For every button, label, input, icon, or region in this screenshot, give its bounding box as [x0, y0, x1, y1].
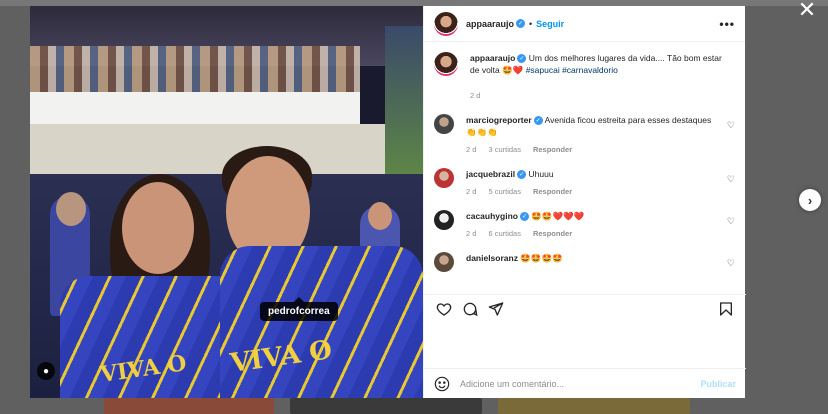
post-header: appaaraujo ✓ • Seguir •••	[424, 6, 745, 42]
verified-icon: ✓	[517, 170, 527, 180]
heart-icon[interactable]: ♡	[727, 258, 735, 269]
reply-button[interactable]: Responder	[533, 187, 572, 196]
caption-hashtags[interactable]: #sapucai #carnavaldorio	[526, 65, 618, 75]
verified-icon: ✓	[516, 19, 526, 28]
comments-list[interactable]: appaaraujo ✓ Um dos melhores lugares da v…	[424, 42, 745, 294]
header-username[interactable]: appaaraujo	[466, 19, 514, 29]
verified-icon: ✓	[517, 54, 527, 64]
reply-button[interactable]: Responder	[533, 145, 572, 154]
post-comment-button[interactable]: Publicar	[700, 379, 736, 389]
comment-item: cacauhygino ✓ 🤩🤩❤️❤️❤️ 2 d 6 curtidas Respo…	[434, 210, 735, 240]
follow-button[interactable]: Seguir	[536, 19, 564, 29]
comment-item: jacquebrazil ✓ Uhuuu 2 d 5 curtidas Respond…	[434, 168, 735, 198]
caption: appaaraujo ✓ Um dos melhores lugares da v…	[434, 52, 735, 102]
photo-woman-face	[122, 182, 194, 274]
share-icon[interactable]	[486, 299, 506, 319]
close-icon[interactable]: ✕	[796, 0, 818, 22]
comment-username[interactable]: marciogreporter	[466, 115, 532, 125]
add-comment-bar: Publicar	[424, 368, 746, 398]
verified-icon: ✓	[519, 212, 529, 222]
comment-text: Uhuuu	[528, 169, 554, 179]
user-tag[interactable]: pedrofcorrea	[260, 297, 338, 321]
comment-time: 2 d	[466, 229, 477, 238]
chevron-right-icon[interactable]: ›	[799, 189, 821, 211]
comment-text: 🤩🤩❤️❤️❤️	[531, 211, 585, 221]
photo-balcony	[30, 92, 360, 124]
comment-item: marciogreporter ✓ Avenida ficou estreita …	[434, 114, 735, 156]
photo-person-head	[368, 202, 392, 230]
header-separator: •	[529, 18, 533, 29]
heart-icon[interactable]: ♡	[727, 120, 735, 131]
user-icon[interactable]: ●	[37, 362, 55, 380]
post-side-panel: appaaraujo ✓ • Seguir ••• appaaraujo ✓ Um…	[423, 6, 746, 398]
background-thumbnail	[104, 398, 274, 414]
comment-text: 🤩🤩🤩🤩	[520, 253, 563, 263]
avatar[interactable]	[434, 252, 454, 272]
post-modal: VIVA O VIVA O pedrofcorrea ● appaaraujo …	[30, 6, 746, 398]
heart-icon[interactable]: ♡	[727, 216, 735, 227]
reply-button[interactable]: Responder	[533, 229, 572, 238]
photo-person-head	[56, 192, 86, 226]
emoji-icon[interactable]	[434, 376, 450, 392]
heart-icon[interactable]	[434, 299, 454, 319]
bookmark-icon[interactable]	[716, 299, 736, 319]
more-options-icon[interactable]: •••	[719, 17, 735, 31]
comment-likes[interactable]: 3 curtidas	[488, 145, 521, 154]
photo-wall	[30, 124, 390, 174]
verified-icon: ✓	[533, 116, 543, 126]
avatar[interactable]	[434, 210, 454, 230]
comment-time: 2 d	[466, 145, 477, 154]
caption-time: 2 d	[470, 91, 481, 100]
caption-username[interactable]: appaaraujo	[470, 53, 515, 63]
heart-icon[interactable]: ♡	[727, 174, 735, 185]
background-thumbnail	[498, 398, 690, 414]
comment-time: 2 d	[466, 187, 477, 196]
comment-username[interactable]: cacauhygino	[466, 211, 518, 221]
avatar[interactable]	[434, 11, 458, 36]
comment-likes[interactable]: 5 curtidas	[488, 187, 521, 196]
comment-icon[interactable]	[460, 299, 480, 319]
post-photo[interactable]: VIVA O VIVA O pedrofcorrea ●	[30, 6, 423, 398]
comment-username[interactable]: danielsoranz	[466, 253, 518, 263]
background-thumbnail	[290, 398, 482, 414]
avatar[interactable]	[434, 168, 454, 188]
comment-input[interactable]	[460, 378, 690, 389]
post-actions	[424, 294, 746, 338]
avatar[interactable]	[434, 114, 454, 134]
comment-username[interactable]: jacquebrazil	[466, 169, 515, 179]
comment-likes[interactable]: 6 curtidas	[488, 229, 521, 238]
avatar[interactable]	[434, 52, 458, 76]
comment-item: danielsoranz 🤩🤩🤩🤩 ♡	[434, 252, 735, 272]
